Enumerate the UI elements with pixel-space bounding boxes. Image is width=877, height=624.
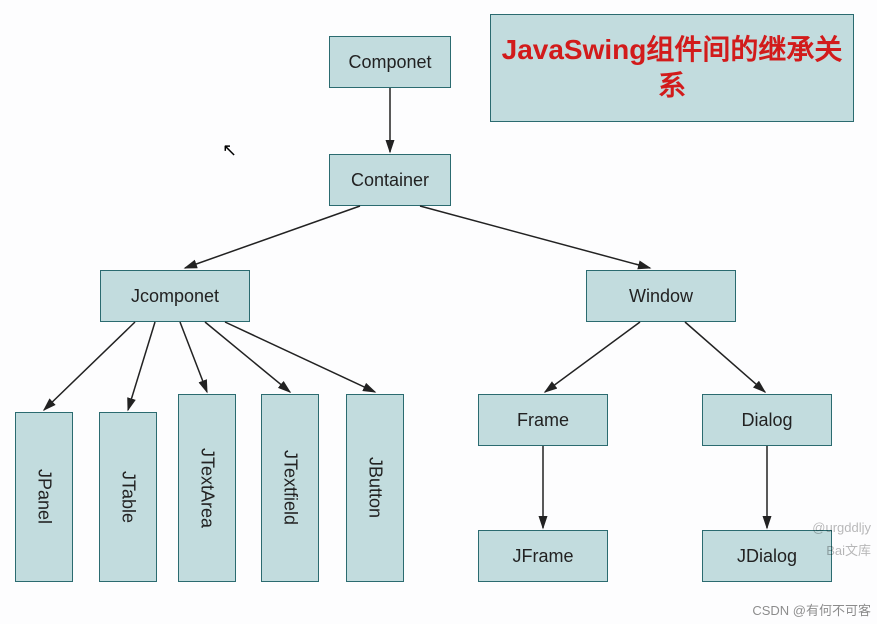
node-label: Container <box>351 170 429 191</box>
node-label: Frame <box>517 410 569 431</box>
node-label: JButton <box>365 457 386 518</box>
watermark: @urgddljy <box>812 520 871 535</box>
node-label: Window <box>629 286 693 307</box>
title-text: JavaSwing组件间的继承关系 <box>499 32 845 105</box>
node-jpanel: JPanel <box>15 412 73 582</box>
node-label: Jcomponet <box>131 286 219 307</box>
node-jdialog: JDialog <box>702 530 832 582</box>
watermark: CSDN @有何不可客 <box>752 600 871 619</box>
node-label: JTextfield <box>280 450 301 525</box>
node-jframe: JFrame <box>478 530 608 582</box>
node-jtextarea: JTextArea <box>178 394 236 582</box>
node-dialog: Dialog <box>702 394 832 446</box>
node-componet: Componet <box>329 36 451 88</box>
diagram-stage: { "title": "JavaSwing组件间的继承关系", "nodes":… <box>0 0 877 624</box>
watermark: Bai文库 <box>826 540 871 559</box>
node-jbutton: JButton <box>346 394 404 582</box>
title-box: JavaSwing组件间的继承关系 <box>490 14 854 122</box>
node-jtextfield: JTextfield <box>261 394 319 582</box>
node-label: Dialog <box>741 410 792 431</box>
node-frame: Frame <box>478 394 608 446</box>
cursor-icon: ↖ <box>222 140 237 161</box>
node-label: JFrame <box>512 546 573 567</box>
node-label: JPanel <box>34 469 55 524</box>
node-jtable: JTable <box>99 412 157 582</box>
node-jcomponet: Jcomponet <box>100 270 250 322</box>
node-label: JDialog <box>737 546 797 567</box>
node-container: Container <box>329 154 451 206</box>
node-window: Window <box>586 270 736 322</box>
node-label: JTextArea <box>197 448 218 528</box>
node-label: JTable <box>118 471 139 523</box>
node-label: Componet <box>348 52 431 73</box>
